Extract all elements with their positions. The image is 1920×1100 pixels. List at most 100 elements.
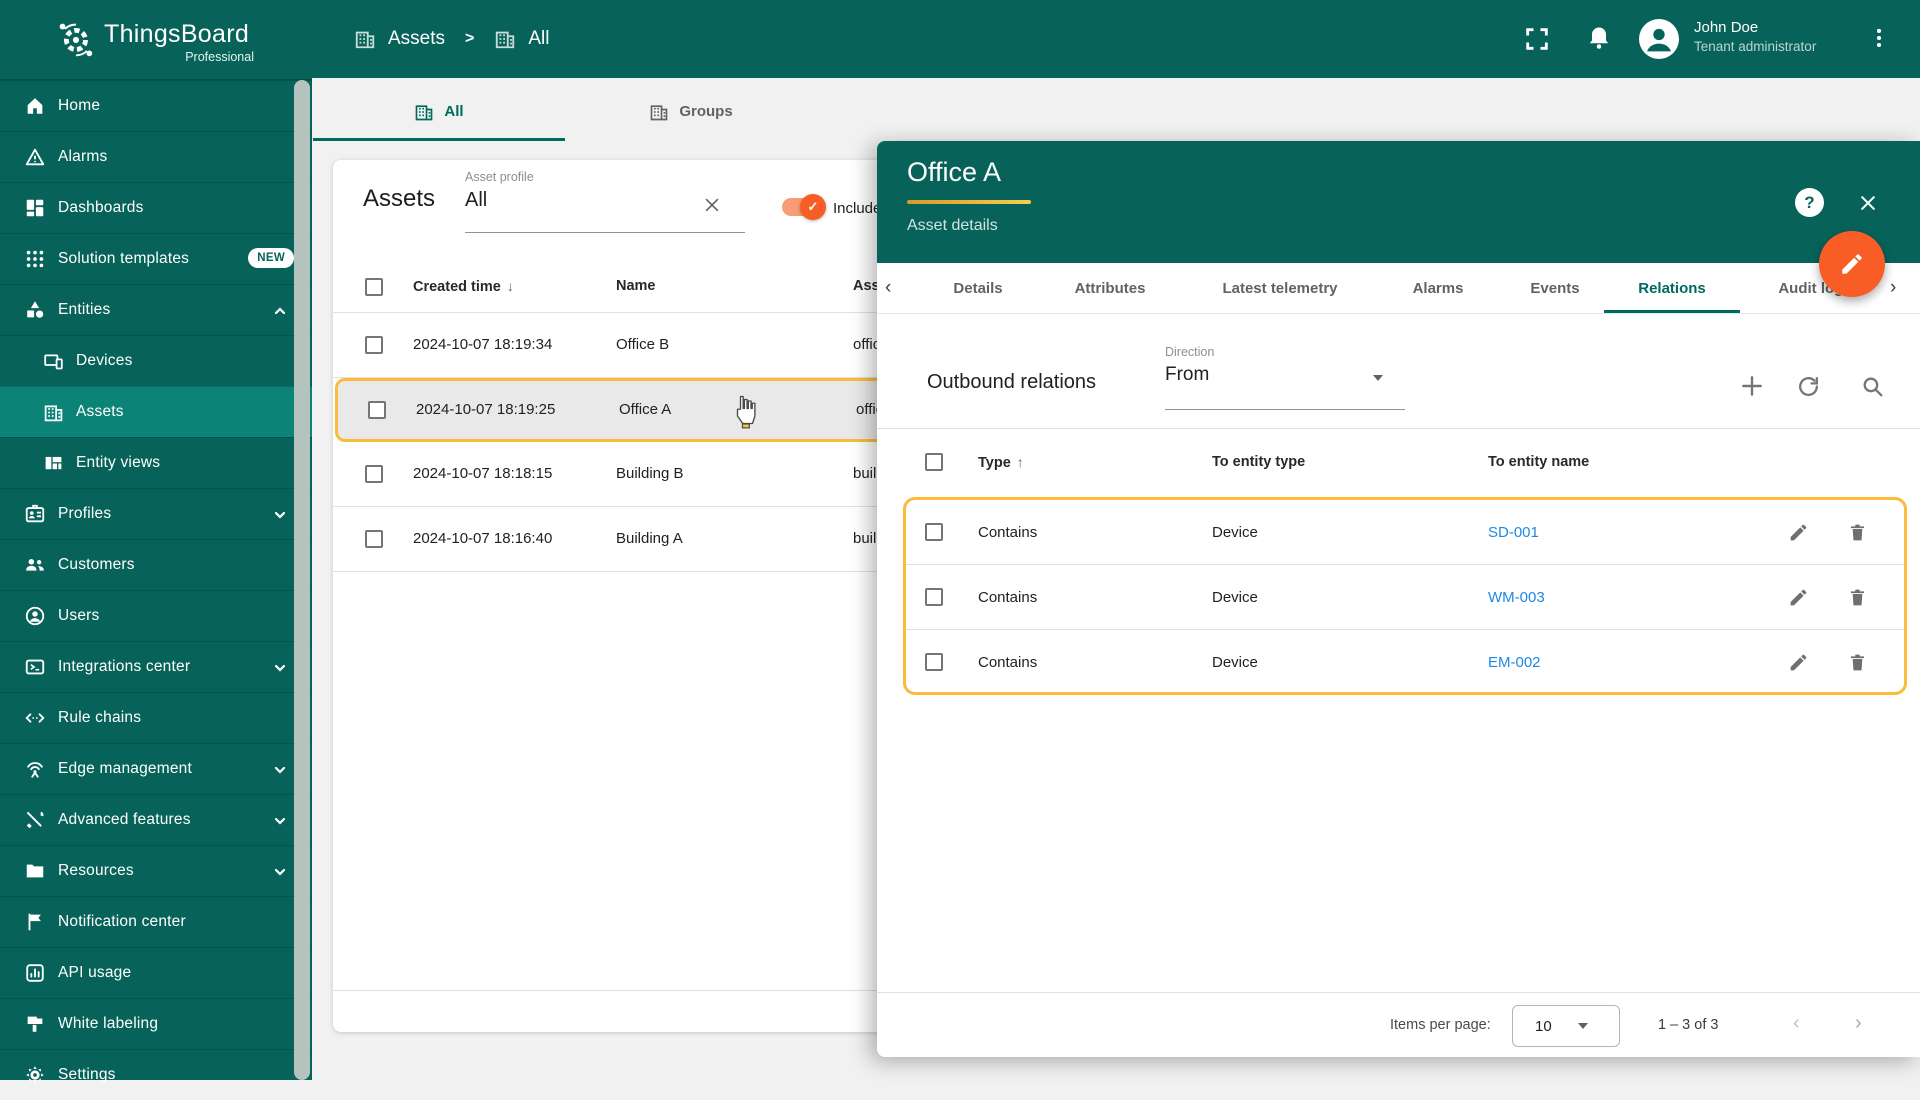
cell-created-time: 2024-10-07 18:19:34	[413, 336, 553, 353]
row-checkbox[interactable]	[365, 530, 383, 548]
users-icon	[24, 605, 46, 627]
sidebar-item-notification-center[interactable]: Notification center	[0, 896, 312, 947]
sidebar-scrollbar[interactable]	[294, 80, 310, 1080]
tab-events[interactable]: Events	[1530, 263, 1579, 313]
breadcrumb-item[interactable]: All	[528, 28, 549, 50]
row-checkbox[interactable]	[365, 465, 383, 483]
asset-profile-label: Asset profile	[465, 170, 534, 184]
next-page-icon[interactable]: ›	[1855, 1012, 1862, 1035]
column-header-type[interactable]: Type ↑	[978, 454, 1024, 471]
app-edition: Professional	[185, 50, 254, 64]
cell-to-entity-type: Device	[1212, 524, 1258, 541]
assets-breadcrumb-icon	[354, 28, 376, 50]
relations-highlight-group: Contains Device SD-001 Contains Device W…	[903, 497, 1907, 695]
sidebar-item-settings[interactable]: Settings	[0, 1049, 312, 1100]
sidebar-item-resources[interactable]: Resources	[0, 845, 312, 896]
user-info[interactable]: John Doe Tenant administrator	[1694, 19, 1816, 54]
column-header-to-entity-name[interactable]: To entity name	[1488, 454, 1589, 470]
column-header-name[interactable]: Name	[616, 278, 656, 294]
divider	[877, 992, 1920, 993]
direction-label: Direction	[1165, 345, 1215, 359]
sidebar-item-devices[interactable]: Devices	[0, 335, 312, 386]
items-per-page-select[interactable]: 10	[1512, 1005, 1620, 1047]
tabs-scroll-left-icon[interactable]: ‹	[885, 277, 891, 299]
entity-name-link[interactable]: EM-002	[1488, 654, 1541, 671]
help-icon[interactable]: ?	[1795, 188, 1824, 217]
sidebar-item-rule-chains[interactable]: Rule chains	[0, 692, 312, 743]
sidebar-item-label: Rule chains	[58, 709, 142, 726]
refresh-icon[interactable]	[1795, 373, 1821, 399]
cell-to-entity-type: Device	[1212, 589, 1258, 606]
sidebar-item-api-usage[interactable]: API usage	[0, 947, 312, 998]
items-per-page-label: Items per page:	[1390, 1017, 1491, 1033]
page-range-label: 1 – 3 of 3	[1658, 1017, 1719, 1033]
entity-name-link[interactable]: SD-001	[1488, 524, 1539, 541]
tabs-scroll-right-icon[interactable]: ›	[1890, 277, 1896, 299]
tab-groups[interactable]: Groups	[565, 78, 817, 145]
notifications-bell-icon[interactable]	[1585, 24, 1613, 57]
sidebar-item-customers[interactable]: Customers	[0, 539, 312, 590]
tab-all[interactable]: All	[313, 78, 565, 145]
delete-relation-icon[interactable]	[1847, 652, 1868, 678]
row-checkbox[interactable]	[925, 653, 943, 671]
edit-relation-icon[interactable]	[1788, 652, 1809, 678]
fullscreen-icon[interactable]	[1523, 25, 1551, 58]
sidebar-item-advanced-features[interactable]: Advanced features	[0, 794, 312, 845]
previous-page-icon[interactable]: ‹	[1793, 1012, 1800, 1035]
add-relation-icon[interactable]	[1739, 373, 1765, 399]
tab-alarms[interactable]: Alarms	[1413, 263, 1464, 313]
delete-relation-icon[interactable]	[1847, 522, 1868, 548]
tab-attributes[interactable]: Attributes	[1075, 263, 1146, 313]
edit-relation-icon[interactable]	[1788, 522, 1809, 548]
tab-relations[interactable]: Relations	[1638, 263, 1706, 313]
sidebar-item-white-labeling[interactable]: White labeling	[0, 998, 312, 1049]
toggle-thumb-check-icon[interactable]: ✓	[800, 194, 826, 220]
select-all-checkbox[interactable]	[365, 278, 383, 296]
customers-icon	[24, 554, 46, 576]
sidebar-item-dashboards[interactable]: Dashboards	[0, 182, 312, 233]
dropdown-arrow-icon	[1577, 1023, 1588, 1029]
tab-details[interactable]: Details	[953, 263, 1002, 313]
sidebar-item-users[interactable]: Users	[0, 590, 312, 641]
cell-name: Building A	[616, 530, 683, 547]
entity-name-link[interactable]: WM-003	[1488, 589, 1545, 606]
sidebar-item-assets[interactable]: Assets	[0, 386, 312, 437]
breadcrumb-item[interactable]: Assets	[388, 28, 445, 50]
clear-filter-icon[interactable]	[702, 195, 722, 220]
alarms-icon	[24, 146, 46, 168]
more-menu-icon[interactable]	[1866, 25, 1892, 56]
row-checkbox[interactable]	[925, 588, 943, 606]
divider	[877, 428, 1920, 429]
sidebar-item-home[interactable]: Home	[0, 80, 312, 131]
select-all-relations-checkbox[interactable]	[925, 453, 943, 471]
row-checkbox[interactable]	[925, 523, 943, 541]
row-checkbox[interactable]	[368, 401, 386, 419]
column-header-to-entity-type[interactable]: To entity type	[1212, 454, 1305, 470]
tab-latest-telemetry[interactable]: Latest telemetry	[1222, 263, 1337, 313]
sidebar-item-entity-views[interactable]: Entity views	[0, 437, 312, 488]
sidebar-item-profiles[interactable]: Profiles	[0, 488, 312, 539]
relation-row[interactable]: Contains Device WM-003	[906, 565, 1904, 629]
close-icon[interactable]	[1857, 192, 1879, 219]
new-badge: NEW	[248, 248, 294, 268]
sidebar-item-edge-management[interactable]: Edge management	[0, 743, 312, 794]
app-logo[interactable]: ThingsBoard Professional	[0, 0, 312, 80]
avatar[interactable]	[1639, 19, 1679, 59]
delete-relation-icon[interactable]	[1847, 587, 1868, 613]
relation-row[interactable]: Contains Device EM-002	[906, 630, 1904, 694]
sidebar-item-solution-templates[interactable]: Solution templates NEW	[0, 233, 312, 284]
row-checkbox[interactable]	[365, 336, 383, 354]
sidebar-item-integrations-center[interactable]: Integrations center	[0, 641, 312, 692]
tab-label: All	[444, 103, 464, 120]
edit-fab-button[interactable]	[1819, 231, 1885, 297]
sidebar-item-alarms[interactable]: Alarms	[0, 131, 312, 182]
relation-row[interactable]: Contains Device SD-001	[906, 500, 1904, 564]
direction-select[interactable]: Direction From	[1165, 345, 1405, 410]
sidebar-item-entities[interactable]: Entities	[0, 284, 312, 335]
column-header-created-time[interactable]: Created time ↓	[413, 278, 514, 295]
edit-relation-icon[interactable]	[1788, 587, 1809, 613]
user-role: Tenant administrator	[1694, 39, 1817, 54]
sort-desc-icon: ↓	[506, 278, 514, 294]
rule-chains-icon	[24, 707, 46, 729]
search-icon[interactable]	[1859, 373, 1885, 399]
